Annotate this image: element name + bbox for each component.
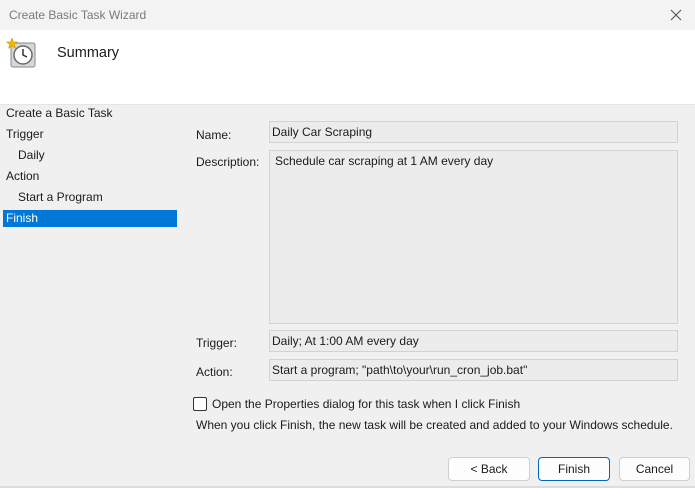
trigger-field[interactable]: Daily; At 1:00 AM every day <box>269 330 678 352</box>
wizard-steps-nav: Create a Basic Task Trigger Daily Action… <box>0 105 180 465</box>
title-bar: Create Basic Task Wizard <box>0 0 695 30</box>
nav-item-start-program[interactable]: Start a Program <box>3 189 177 206</box>
name-label: Name: <box>196 128 232 142</box>
action-label: Action: <box>196 365 233 379</box>
task-clock-icon <box>5 37 38 69</box>
nav-item-finish[interactable]: Finish <box>3 210 177 227</box>
open-properties-checkbox[interactable] <box>193 397 207 411</box>
back-button[interactable]: < Back <box>448 457 530 481</box>
finish-info-text: When you click Finish, the new task will… <box>196 418 673 432</box>
name-field[interactable]: Daily Car Scraping <box>269 121 678 143</box>
close-icon[interactable] <box>665 4 687 26</box>
page-title: Summary <box>57 45 120 61</box>
action-field[interactable]: Start a program; "path\to\your\run_cron_… <box>269 359 678 381</box>
finish-button[interactable]: Finish <box>538 457 610 481</box>
cancel-button[interactable]: Cancel <box>619 457 690 481</box>
description-field[interactable]: Schedule car scraping at 1 AM every day <box>269 150 678 324</box>
nav-item-daily[interactable]: Daily <box>3 147 177 164</box>
open-properties-label: Open the Properties dialog for this task… <box>212 397 521 411</box>
wizard-header: Summary <box>0 30 695 105</box>
window-title: Create Basic Task Wizard <box>9 8 147 22</box>
nav-item-action[interactable]: Action <box>3 168 177 185</box>
nav-item-create-basic-task[interactable]: Create a Basic Task <box>3 105 177 122</box>
nav-item-trigger[interactable]: Trigger <box>3 126 177 143</box>
description-label: Description: <box>196 155 260 169</box>
trigger-label: Trigger: <box>196 336 237 350</box>
